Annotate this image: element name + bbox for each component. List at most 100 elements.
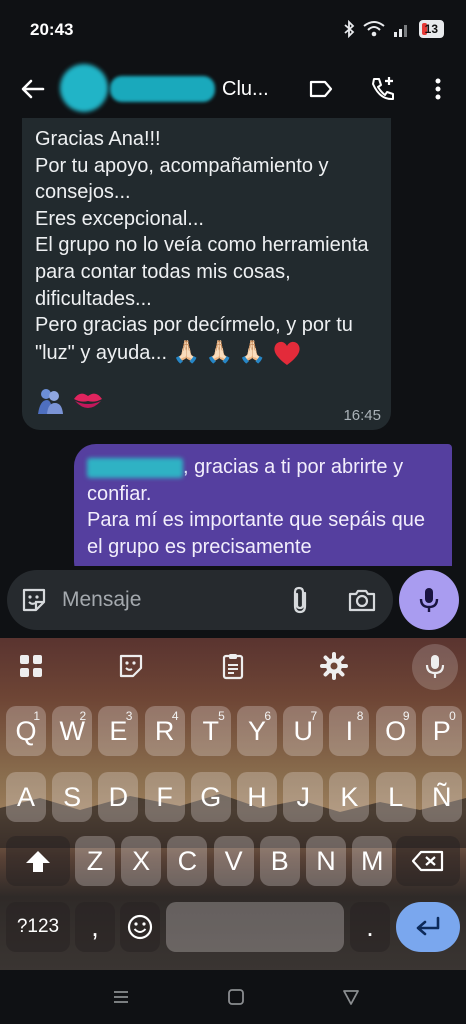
back-arrow-icon[interactable] — [18, 74, 48, 104]
key-d[interactable]: D — [98, 772, 139, 822]
key-i[interactable]: I8 — [329, 706, 370, 756]
key-e[interactable]: E3 — [98, 706, 139, 756]
backspace-icon — [411, 850, 444, 872]
enter-key[interactable] — [396, 902, 460, 952]
message-input-container[interactable]: Mensaje — [7, 570, 393, 630]
voice-input-button[interactable] — [412, 644, 458, 690]
back-triangle-icon[interactable] — [340, 986, 362, 1008]
key-k[interactable]: K — [329, 772, 370, 822]
key-label: . — [366, 911, 374, 942]
label-icon[interactable] — [306, 74, 336, 104]
key-x[interactable]: X — [121, 836, 162, 886]
key-h[interactable]: H — [237, 772, 277, 822]
shift-key[interactable] — [6, 836, 70, 886]
avatar[interactable] — [60, 64, 108, 112]
voice-message-button[interactable] — [399, 570, 459, 630]
key-z[interactable]: Z — [75, 836, 115, 886]
chat-title[interactable]: Clu... — [222, 78, 269, 101]
incoming-message[interactable]: Gracias Ana!!! Por tu apoyo, acompañamie… — [22, 118, 391, 430]
apps-grid-icon[interactable] — [16, 651, 46, 681]
battery-indicator: 13 — [418, 20, 444, 38]
backspace-key[interactable] — [396, 836, 460, 886]
sticker-icon[interactable] — [116, 651, 146, 681]
status-icons: 13 — [343, 20, 444, 38]
pray-emoji: 🙏🏻 — [205, 338, 233, 364]
key-number-hint: 2 — [79, 709, 87, 723]
key-t[interactable]: T5 — [190, 706, 231, 756]
sticker-icon[interactable] — [19, 585, 49, 615]
symbols-key[interactable]: ?123 — [6, 902, 70, 952]
period-key[interactable]: . — [350, 902, 390, 952]
clipboard-icon[interactable] — [218, 651, 248, 681]
redacted-contact-name — [110, 76, 215, 102]
key-label: ?123 — [16, 916, 60, 937]
key-l[interactable]: L — [375, 772, 416, 822]
key-number-hint: 4 — [171, 709, 179, 723]
key-number-hint: 7 — [310, 709, 318, 723]
key-ñ[interactable]: Ñ — [421, 772, 462, 822]
microphone-icon — [419, 588, 439, 612]
key-label: G — [200, 781, 222, 812]
key-b[interactable]: B — [259, 836, 300, 886]
incoming-message-text: Gracias Ana!!! Por tu apoyo, acompañamie… — [35, 126, 385, 367]
comma-key[interactable]: , — [75, 902, 115, 952]
key-o[interactable]: O9 — [375, 706, 416, 756]
message-input[interactable]: Mensaje — [62, 588, 141, 612]
system-nav-bar — [0, 970, 466, 1024]
key-number-hint: 0 — [449, 709, 456, 723]
key-label: P — [432, 715, 451, 746]
keyboard-toolbar — [0, 638, 466, 694]
enter-arrow-icon — [416, 916, 440, 936]
key-label: T — [202, 715, 220, 746]
outgoing-message[interactable]: , gracias a ti por abrirte y confiar. Par… — [74, 444, 452, 573]
key-label: M — [360, 845, 384, 876]
key-q[interactable]: Q1 — [6, 706, 46, 756]
key-label: X — [132, 845, 151, 876]
key-j[interactable]: J — [283, 772, 324, 822]
pray-emoji: 🙏🏻 — [172, 338, 201, 364]
key-n[interactable]: N — [306, 836, 346, 886]
more-options-icon[interactable] — [423, 74, 453, 104]
key-label: I — [345, 715, 354, 746]
key-number-hint: 9 — [402, 709, 410, 723]
key-a[interactable]: A — [6, 772, 46, 822]
microphone-icon — [425, 655, 445, 678]
key-f[interactable]: F — [144, 772, 185, 822]
key-number-hint: 5 — [218, 709, 225, 723]
red-heart-icon — [273, 342, 300, 366]
add-call-icon[interactable] — [368, 74, 398, 104]
key-g[interactable]: G — [190, 772, 231, 822]
home-icon[interactable] — [225, 986, 247, 1008]
key-label: E — [109, 715, 128, 746]
key-label: K — [340, 781, 359, 812]
key-label: B — [270, 845, 289, 876]
key-u[interactable]: U7 — [283, 706, 324, 756]
key-m[interactable]: M — [352, 836, 393, 886]
key-p[interactable]: P0 — [421, 706, 462, 756]
emoji-key[interactable] — [120, 902, 160, 952]
key-label: Z — [86, 845, 104, 876]
key-r[interactable]: R4 — [144, 706, 185, 756]
recents-menu-icon[interactable] — [110, 986, 132, 1008]
attach-icon[interactable] — [287, 585, 315, 615]
space-bar[interactable] — [166, 902, 344, 952]
key-label: H — [247, 781, 267, 812]
key-number-hint: 8 — [356, 709, 364, 723]
key-w[interactable]: W2 — [52, 706, 93, 756]
emoji-smile-icon — [127, 914, 153, 940]
outgoing-line-2: Para mí es importante que sepáis que el … — [87, 509, 425, 558]
camera-icon[interactable] — [347, 585, 377, 615]
shift-icon — [26, 851, 50, 872]
incoming-message-body: Gracias Ana!!! Por tu apoyo, acompañamie… — [35, 128, 369, 364]
chat-header: Clu... — [0, 60, 466, 118]
hug-emoji-icon — [38, 389, 63, 414]
key-v[interactable]: V — [213, 836, 254, 886]
signal-icon — [393, 25, 407, 37]
key-label: , — [91, 911, 99, 942]
key-label: J — [296, 781, 310, 812]
key-c[interactable]: C — [167, 836, 208, 886]
message-list[interactable]: Gracias Ana!!! Por tu apoyo, acompañamie… — [0, 118, 466, 573]
settings-gear-icon[interactable] — [319, 651, 349, 681]
key-s[interactable]: S — [52, 772, 93, 822]
key-y[interactable]: Y6 — [237, 706, 277, 756]
